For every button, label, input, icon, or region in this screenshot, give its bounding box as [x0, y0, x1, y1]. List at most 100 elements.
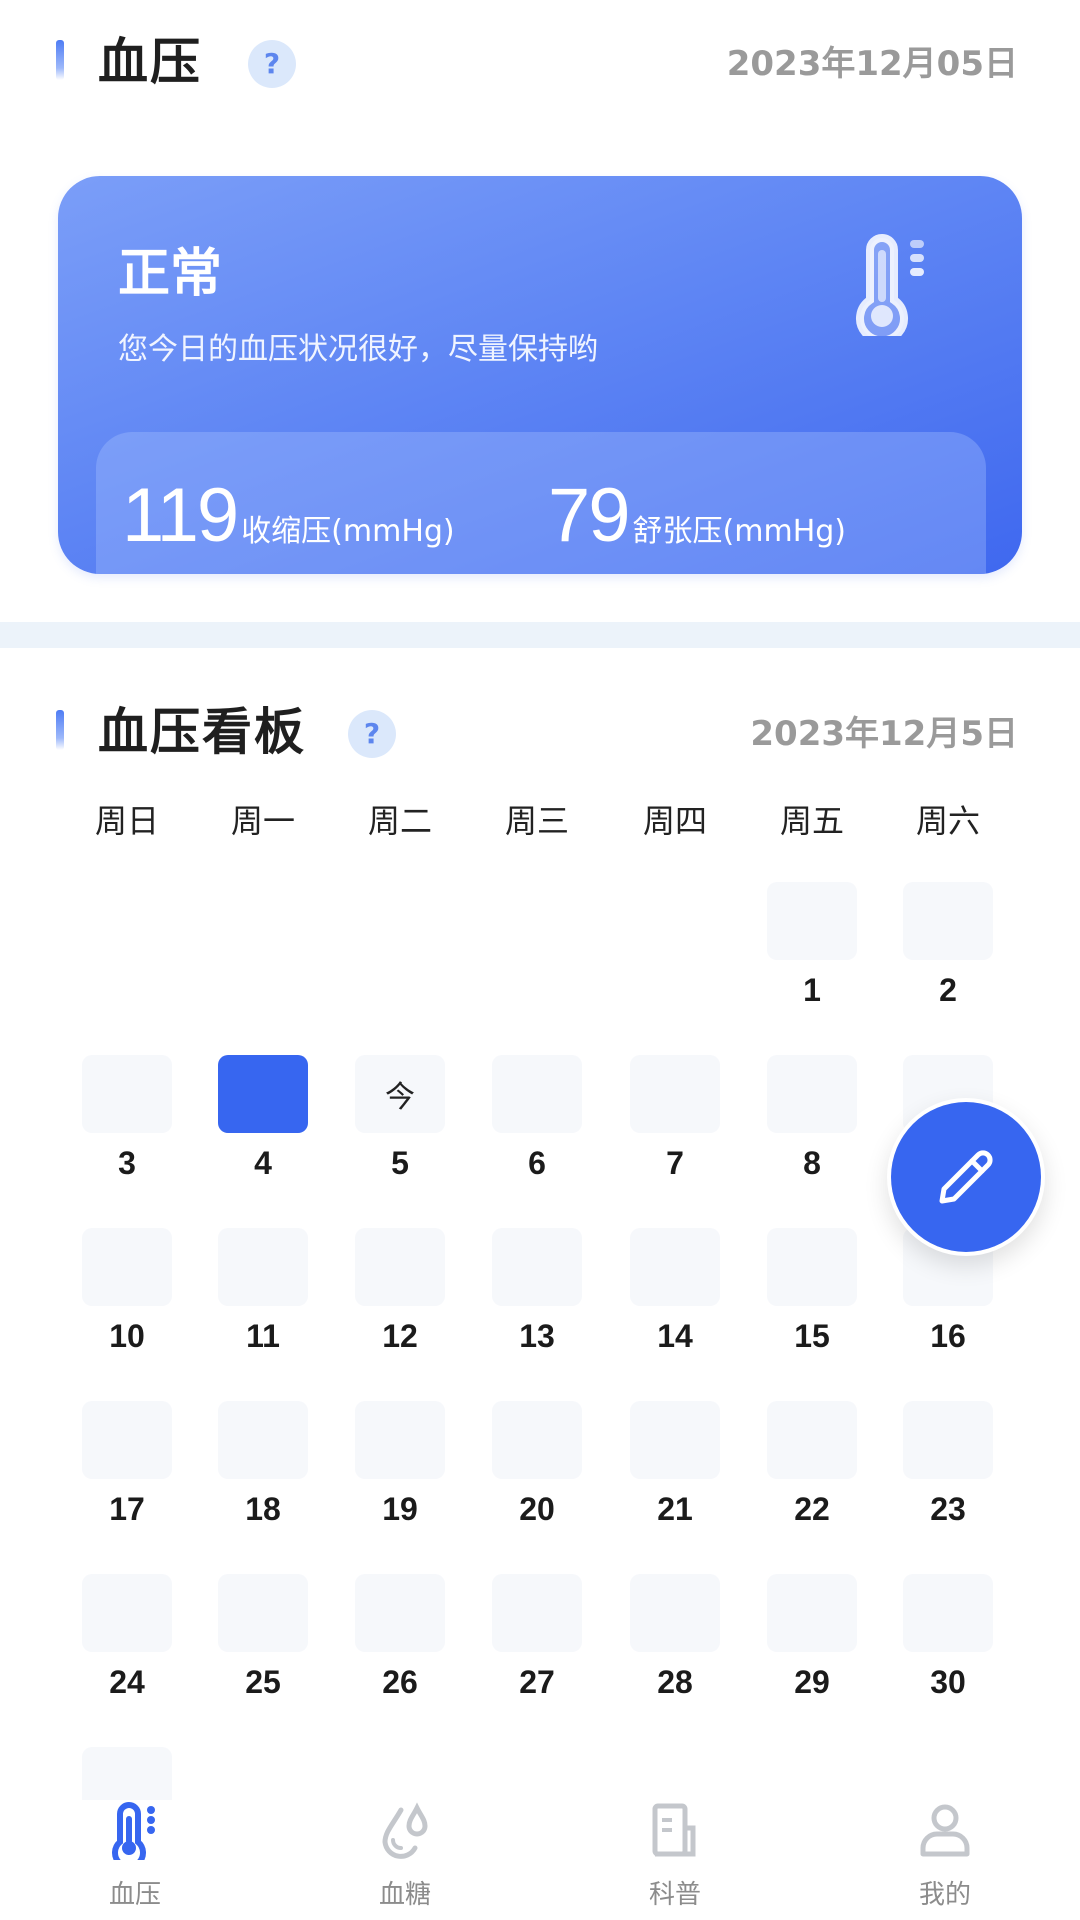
newspaper-icon	[652, 1803, 696, 1857]
weekday-label: 周二	[367, 802, 432, 840]
day-number: 26	[382, 1664, 418, 1700]
calendar-day[interactable]: 22	[744, 1401, 880, 1528]
day-number: 8	[803, 1145, 821, 1181]
day-number: 17	[109, 1491, 145, 1527]
weekday-label: 周日	[94, 802, 159, 840]
calendar-day[interactable]: 15	[744, 1228, 880, 1355]
day-record-marker[interactable]	[82, 1228, 172, 1306]
diastolic-value: 79	[548, 473, 631, 558]
day-record-marker[interactable]	[492, 1228, 582, 1306]
calendar-day[interactable]: 28	[607, 1574, 743, 1701]
section-accent-bar	[56, 40, 64, 80]
help-icon[interactable]: ?	[248, 40, 296, 88]
day-record-marker[interactable]	[903, 1401, 993, 1479]
day-number: 6	[528, 1145, 546, 1181]
calendar-day[interactable]: 3	[59, 1055, 195, 1182]
day-record-marker[interactable]	[903, 1574, 993, 1652]
thermometer-icon	[856, 234, 924, 336]
day-record-marker[interactable]	[355, 1401, 445, 1479]
day-record-marker[interactable]	[903, 882, 993, 960]
tab-blood-pressure[interactable]: 血压	[35, 1800, 235, 1911]
day-number: 14	[657, 1318, 693, 1354]
day-number: 10	[109, 1318, 145, 1354]
calendar-day[interactable]: 14	[607, 1228, 743, 1355]
day-number: 11	[246, 1318, 280, 1354]
tab-label: 我的	[918, 1880, 971, 1910]
day-record-marker[interactable]	[82, 1574, 172, 1652]
calendar-day[interactable]: 19	[332, 1401, 468, 1528]
tab-label: 科普	[648, 1880, 701, 1910]
day-record-marker[interactable]	[82, 1401, 172, 1479]
calendar-day[interactable]: 4	[195, 1055, 331, 1182]
calendar-day[interactable]: 27	[469, 1574, 605, 1701]
bp-readings-panel: 119 收缩压(mmHg) 79 舒张压(mmHg)	[96, 432, 986, 574]
calendar-day[interactable]: 12	[332, 1228, 468, 1355]
day-record-marker[interactable]	[82, 1055, 172, 1133]
calendar-day[interactable]: 今5	[332, 1055, 468, 1182]
board-date: 2023年12月5日	[750, 714, 1018, 754]
day-record-marker[interactable]	[355, 1574, 445, 1652]
day-record-marker[interactable]	[767, 882, 857, 960]
systolic-value: 119	[122, 473, 239, 558]
day-record-marker[interactable]	[218, 1401, 308, 1479]
calendar-day[interactable]: 30	[880, 1574, 1016, 1701]
day-record-marker[interactable]	[355, 1228, 445, 1306]
day-record-marker[interactable]	[492, 1574, 582, 1652]
day-number: 30	[930, 1664, 966, 1700]
tab-profile[interactable]: 我的	[845, 1800, 1045, 1911]
day-record-marker[interactable]	[767, 1055, 857, 1133]
help-icon[interactable]: ?	[348, 710, 396, 758]
calendar-day[interactable]: 10	[59, 1228, 195, 1355]
calendar-day[interactable]: 18	[195, 1401, 331, 1528]
tab-blood-sugar[interactable]: 血糖	[305, 1800, 505, 1911]
tab-label: 血压	[108, 1880, 161, 1910]
tab-science[interactable]: 科普	[575, 1800, 775, 1911]
calendar-day[interactable]: 26	[332, 1574, 468, 1701]
day-record-marker[interactable]	[492, 1055, 582, 1133]
bp-status-card: 正常 您今日的血压状况很好，尽量保持哟 119 收缩压(mmHg) 79 舒张压…	[58, 176, 1022, 574]
day-number: 21	[657, 1491, 693, 1527]
day-record-marker[interactable]	[218, 1574, 308, 1652]
day-record-marker[interactable]	[630, 1401, 720, 1479]
board-title: 血压看板	[98, 703, 306, 761]
blood-drop-icon	[382, 1802, 428, 1859]
weekday-label: 周四	[642, 802, 707, 840]
day-number: 24	[109, 1664, 145, 1700]
systolic-label: 收缩压(mmHg)	[241, 514, 455, 549]
day-record-marker-selected[interactable]	[218, 1055, 308, 1133]
calendar-day[interactable]: 29	[744, 1574, 880, 1701]
bottom-tab-bar: 血压 血糖 科普 我的	[0, 1800, 1080, 1920]
calendar-day[interactable]: 20	[469, 1401, 605, 1528]
calendar-day[interactable]: 13	[469, 1228, 605, 1355]
section-divider	[0, 622, 1080, 648]
day-number: 1	[803, 972, 821, 1008]
calendar-day[interactable]: 6	[469, 1055, 605, 1182]
page-title: 血压	[98, 33, 202, 91]
calendar-day[interactable]: 11	[195, 1228, 331, 1355]
day-record-marker[interactable]	[630, 1055, 720, 1133]
calendar-day[interactable]: 17	[59, 1401, 195, 1528]
day-record-marker[interactable]	[767, 1228, 857, 1306]
pencil-icon	[939, 1150, 993, 1204]
calendar-day[interactable]: 7	[607, 1055, 743, 1182]
record-fab-button[interactable]	[887, 1098, 1045, 1256]
calendar-day[interactable]: 24	[59, 1574, 195, 1701]
today-marker[interactable]: 今	[355, 1055, 445, 1133]
calendar-day[interactable]: 1	[744, 882, 880, 1009]
day-number: 2	[939, 972, 957, 1008]
day-record-marker[interactable]	[630, 1574, 720, 1652]
day-record-marker[interactable]	[630, 1228, 720, 1306]
day-record-marker[interactable]	[218, 1228, 308, 1306]
day-record-marker[interactable]	[767, 1401, 857, 1479]
calendar-day[interactable]: 2	[880, 882, 1016, 1009]
day-record-marker[interactable]	[767, 1574, 857, 1652]
day-record-marker[interactable]	[492, 1401, 582, 1479]
day-number: 16	[930, 1318, 966, 1354]
bp-status-text: 正常	[118, 244, 223, 304]
calendar-day[interactable]: 25	[195, 1574, 331, 1701]
calendar-day[interactable]: 21	[607, 1401, 743, 1528]
calendar-day[interactable]: 23	[880, 1401, 1016, 1528]
diastolic-label: 舒张压(mmHg)	[632, 514, 847, 549]
calendar-day[interactable]: 8	[744, 1055, 880, 1182]
day-number: 7	[666, 1145, 684, 1181]
